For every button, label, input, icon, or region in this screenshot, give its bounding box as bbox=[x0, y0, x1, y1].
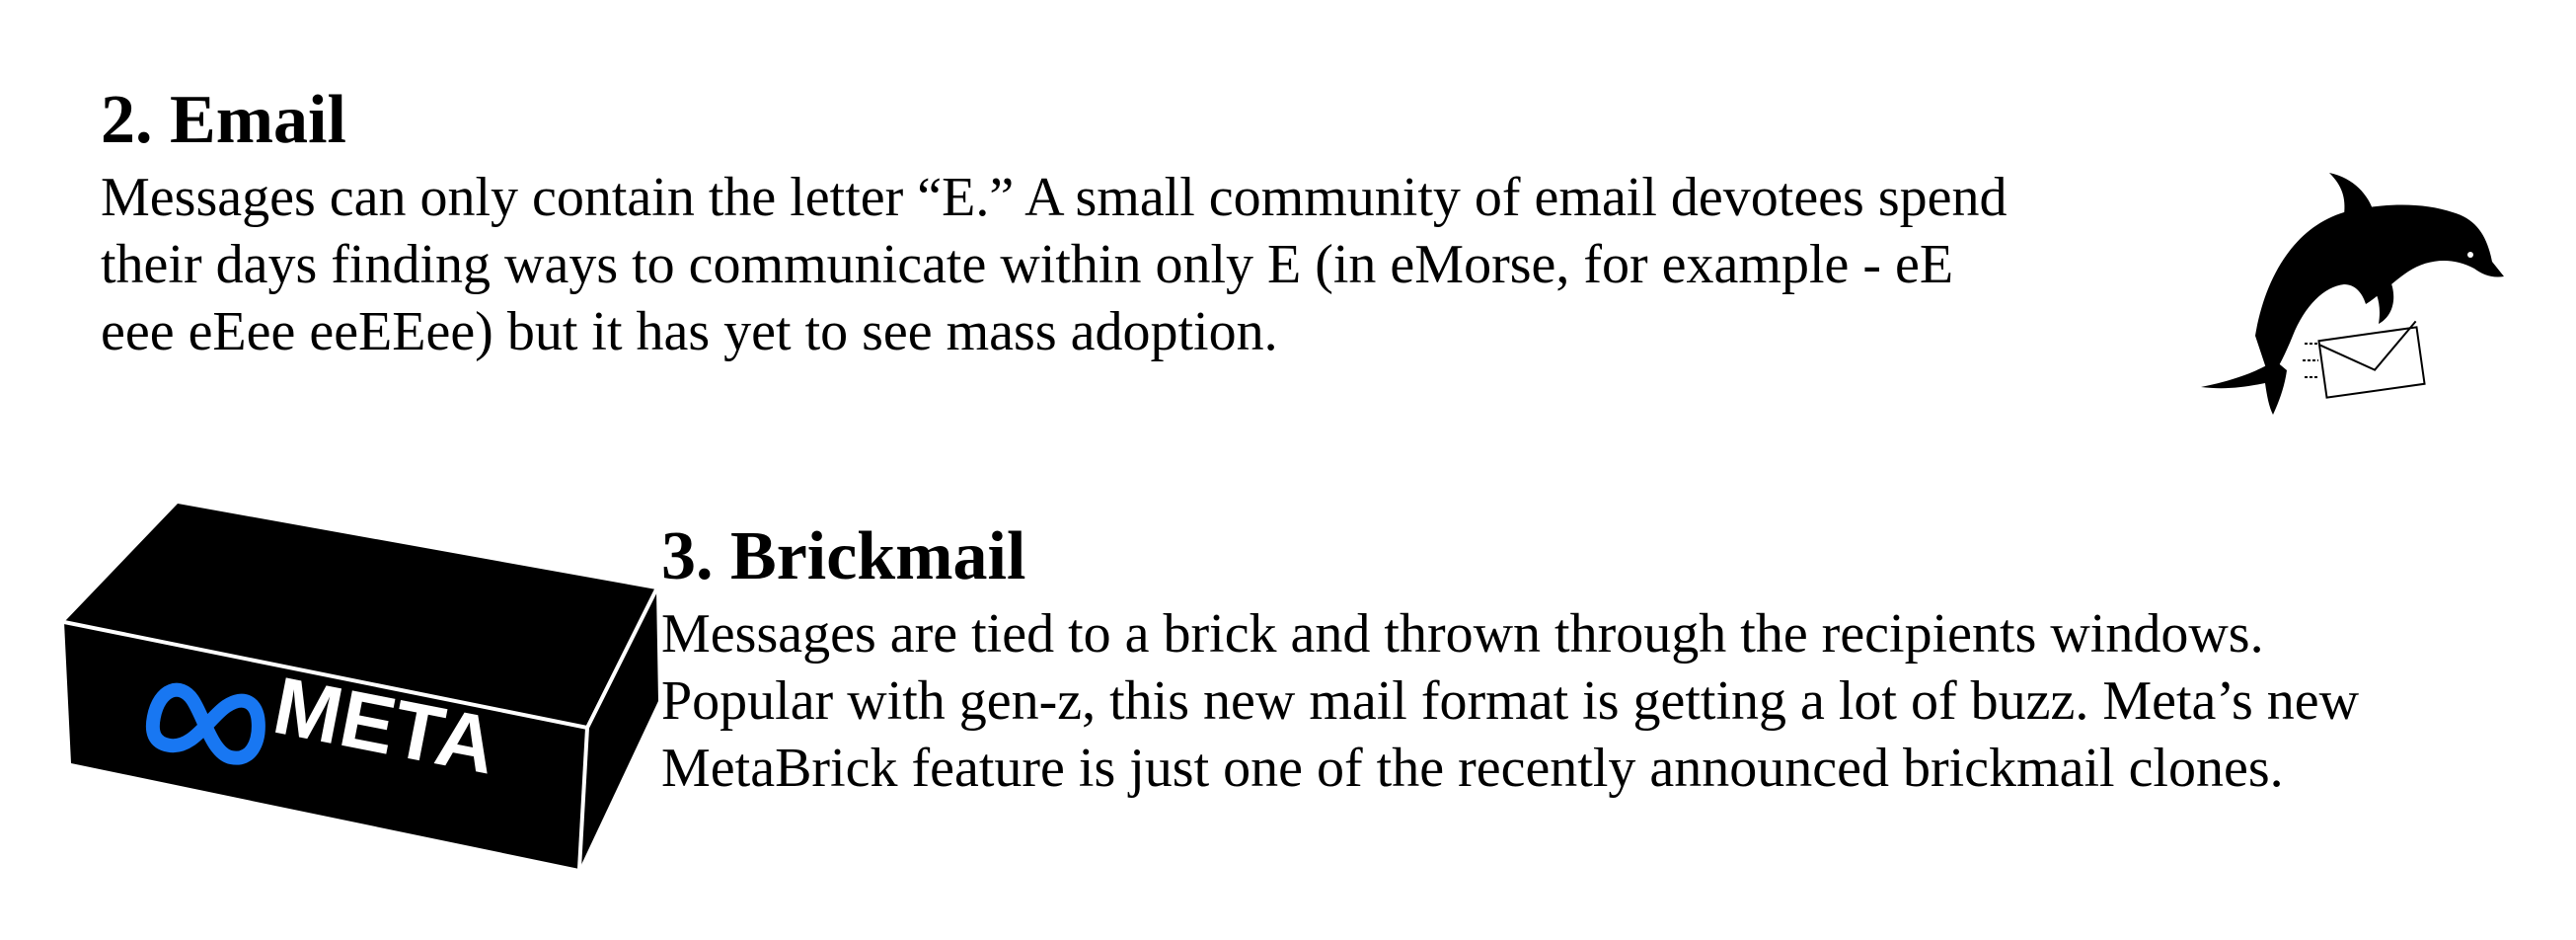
body-line: Popular with gen-z, this new mail format… bbox=[661, 670, 2360, 732]
dolphin-eye-shape bbox=[2467, 252, 2473, 258]
section-body-brickmail: Messages are tied to a brick and thrown … bbox=[661, 600, 2359, 802]
body-line: MetaBrick feature is just one of the rec… bbox=[661, 738, 2284, 799]
meta-brick-icon: META bbox=[63, 504, 658, 870]
body-line: Messages are tied to a brick and thrown … bbox=[661, 603, 2264, 665]
envelope-icon bbox=[2303, 320, 2426, 399]
body-line: Messages can only contain the letter “E.… bbox=[101, 167, 2008, 228]
body-line: their days finding ways to communicate w… bbox=[101, 234, 1954, 295]
dolphin-pectoral-fin-shape bbox=[2369, 276, 2394, 324]
dolphin-tail-shape bbox=[2201, 360, 2287, 415]
body-line: eee eEee eeEEee) but it has yet to see m… bbox=[101, 301, 1278, 362]
section-title-brickmail: 3. Brickmail bbox=[661, 518, 1026, 594]
envelope-body bbox=[2317, 326, 2426, 399]
section-body-email: Messages can only contain the letter “E.… bbox=[101, 164, 2007, 365]
dolphin-with-envelope-icon bbox=[2201, 173, 2504, 415]
section-title-email: 2. Email bbox=[101, 82, 346, 158]
